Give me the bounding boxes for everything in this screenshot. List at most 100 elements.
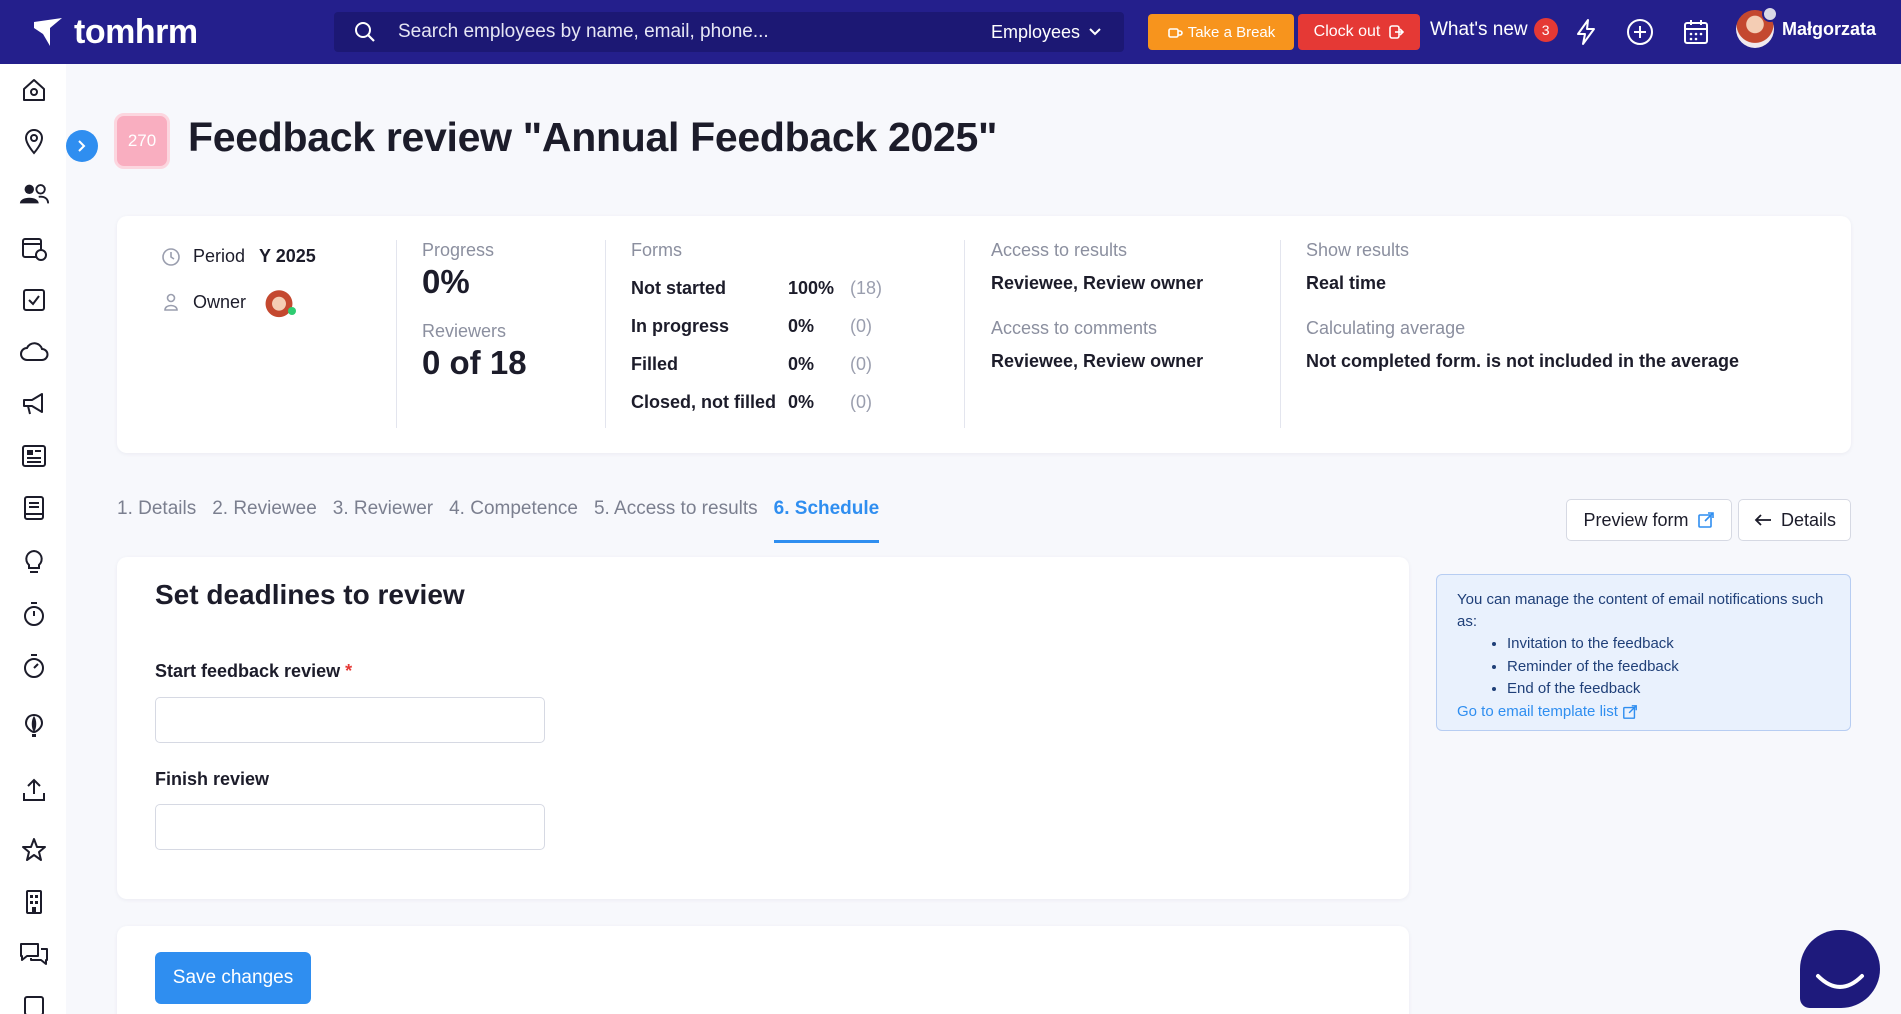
reviewers-label: Reviewers (422, 321, 507, 341)
search-icon[interactable] (344, 12, 386, 52)
more-icon[interactable] (18, 990, 50, 1014)
take-break-button[interactable]: Take a Break (1148, 14, 1294, 50)
brand-logo[interactable]: tomhrm (0, 13, 332, 52)
forms-row: In progress 0% (0) (631, 307, 882, 345)
period-owner-section: Period Y 2025 Owner (161, 246, 316, 319)
back-to-details-button[interactable]: Details (1738, 499, 1851, 541)
start-review-input[interactable] (155, 697, 545, 743)
tab-schedule[interactable]: 6. Schedule (773, 498, 880, 543)
chevron-down-icon (1089, 28, 1101, 36)
forms-row-count: (0) (850, 353, 872, 374)
forms-row-percent: 100% (788, 277, 835, 298)
period-row: Period Y 2025 (161, 246, 316, 267)
smile-icon (1816, 974, 1864, 989)
crown-icon (1762, 6, 1778, 22)
forms-row-percent: 0% (788, 353, 815, 374)
timer-icon[interactable] (18, 650, 50, 682)
tab-access-to-results[interactable]: 5. Access to results (594, 498, 758, 543)
details-label: Details (1780, 509, 1837, 530)
book-icon[interactable] (18, 492, 50, 524)
lightning-icon[interactable] (1570, 16, 1602, 48)
building-icon[interactable] (18, 886, 50, 918)
user-menu[interactable]: Małgorzata (1736, 6, 1877, 48)
preview-form-label: Preview form (1583, 509, 1689, 530)
add-icon[interactable] (1624, 16, 1656, 48)
access-comments-label: Access to comments (991, 318, 1158, 338)
location-icon[interactable] (18, 126, 50, 158)
chat-icon[interactable] (18, 938, 50, 970)
owner-avatar[interactable] (264, 285, 297, 319)
cloud-icon[interactable] (18, 336, 50, 368)
finish-review-input[interactable] (155, 804, 545, 850)
top-bar: tomhrm Employees Take a Break Clock out … (0, 0, 1901, 64)
clock-out-label: Clock out (1313, 23, 1381, 40)
forms-row-label: Not started (631, 277, 727, 298)
whats-new-link[interactable]: What's new 3 (1430, 18, 1558, 42)
whats-new-label: What's new (1430, 19, 1528, 40)
forms-row-count: (18) (850, 277, 883, 298)
divider (964, 240, 965, 428)
task-check-icon[interactable] (18, 284, 50, 316)
forms-row-label: In progress (631, 315, 730, 336)
info-intro: You can manage the content of email noti… (1457, 591, 1824, 630)
tab-reviewee[interactable]: 2. Reviewee (212, 498, 317, 543)
arrow-left-icon (1754, 514, 1771, 526)
support-chat-button[interactable] (1800, 930, 1880, 1008)
take-break-label: Take a Break (1187, 23, 1276, 41)
logo-icon (34, 18, 62, 46)
lightbulb-icon[interactable] (18, 546, 50, 578)
list-item: End of the feedback (1507, 678, 1830, 701)
home-icon[interactable] (18, 74, 50, 106)
clock-icon (162, 247, 180, 266)
calendar-user-icon[interactable] (18, 232, 50, 264)
start-review-label-text: Start feedback review (155, 661, 341, 681)
email-template-link[interactable]: Go to email template list (1457, 701, 1638, 723)
save-card: Save changes (117, 926, 1409, 1014)
search-bar: Employees (334, 12, 1124, 52)
forms-row: Filled 0% (0) (631, 345, 882, 383)
whats-new-badge: 3 (1533, 18, 1558, 42)
show-results-label: Show results (1306, 240, 1410, 260)
external-link-icon (1697, 512, 1714, 528)
period-label: Period (193, 246, 246, 266)
coffee-icon (1167, 28, 1183, 38)
forms-row-percent: 0% (788, 315, 815, 336)
sidebar-expand-button[interactable] (66, 130, 98, 162)
news-icon[interactable] (18, 440, 50, 472)
tab-details[interactable]: 1. Details (117, 498, 196, 543)
upload-icon[interactable] (18, 774, 50, 806)
owner-row: Owner (161, 285, 316, 319)
search-input[interactable] (386, 21, 991, 43)
preview-form-button[interactable]: Preview form (1566, 499, 1732, 541)
review-summary-card: Period Y 2025 Owner Progress 0% Reviewer… (117, 216, 1851, 453)
star-icon[interactable] (18, 834, 50, 866)
start-review-label: Start feedback review * (155, 661, 352, 682)
megaphone-icon[interactable] (18, 388, 50, 420)
tab-competence[interactable]: 4. Competence (449, 498, 578, 543)
calendar-icon[interactable] (1680, 16, 1712, 48)
tab-reviewer[interactable]: 3. Reviewer (333, 498, 433, 543)
forms-row-label: Closed, not filled (631, 391, 777, 412)
user-name: Małgorzata (1782, 18, 1877, 39)
info-list: Invitation to the feedback Reminder of t… (1507, 633, 1830, 701)
sidebar (0, 64, 66, 1014)
calc-average-value: Not completed form. is not included in t… (1306, 351, 1740, 371)
progress-label: Progress (422, 240, 495, 260)
employees-icon[interactable] (18, 178, 50, 210)
save-changes-button[interactable]: Save changes (155, 952, 311, 1004)
list-item: Reminder of the feedback (1507, 656, 1830, 679)
forms-row-count: (0) (850, 315, 872, 336)
forms-section: Forms Not started 100% (18) In progress … (631, 240, 882, 421)
search-scope-dropdown[interactable]: Employees (991, 22, 1124, 43)
stopwatch-icon[interactable] (18, 598, 50, 630)
divider (396, 240, 397, 428)
forms-row: Closed, not filled 0% (0) (631, 383, 882, 421)
page-title: Feedback review "Annual Feedback 2025" (188, 114, 998, 160)
chevron-right-icon (78, 140, 86, 152)
show-results-value: Real time (1306, 273, 1387, 293)
wizard-tabs: 1. Details 2. Reviewee 3. Reviewer 4. Co… (117, 498, 895, 543)
balloon-icon[interactable] (18, 710, 50, 742)
reviewers-value: 0 of 18 (422, 344, 527, 381)
progress-value: 0% (422, 263, 470, 300)
clock-out-button[interactable]: Clock out (1298, 14, 1420, 50)
